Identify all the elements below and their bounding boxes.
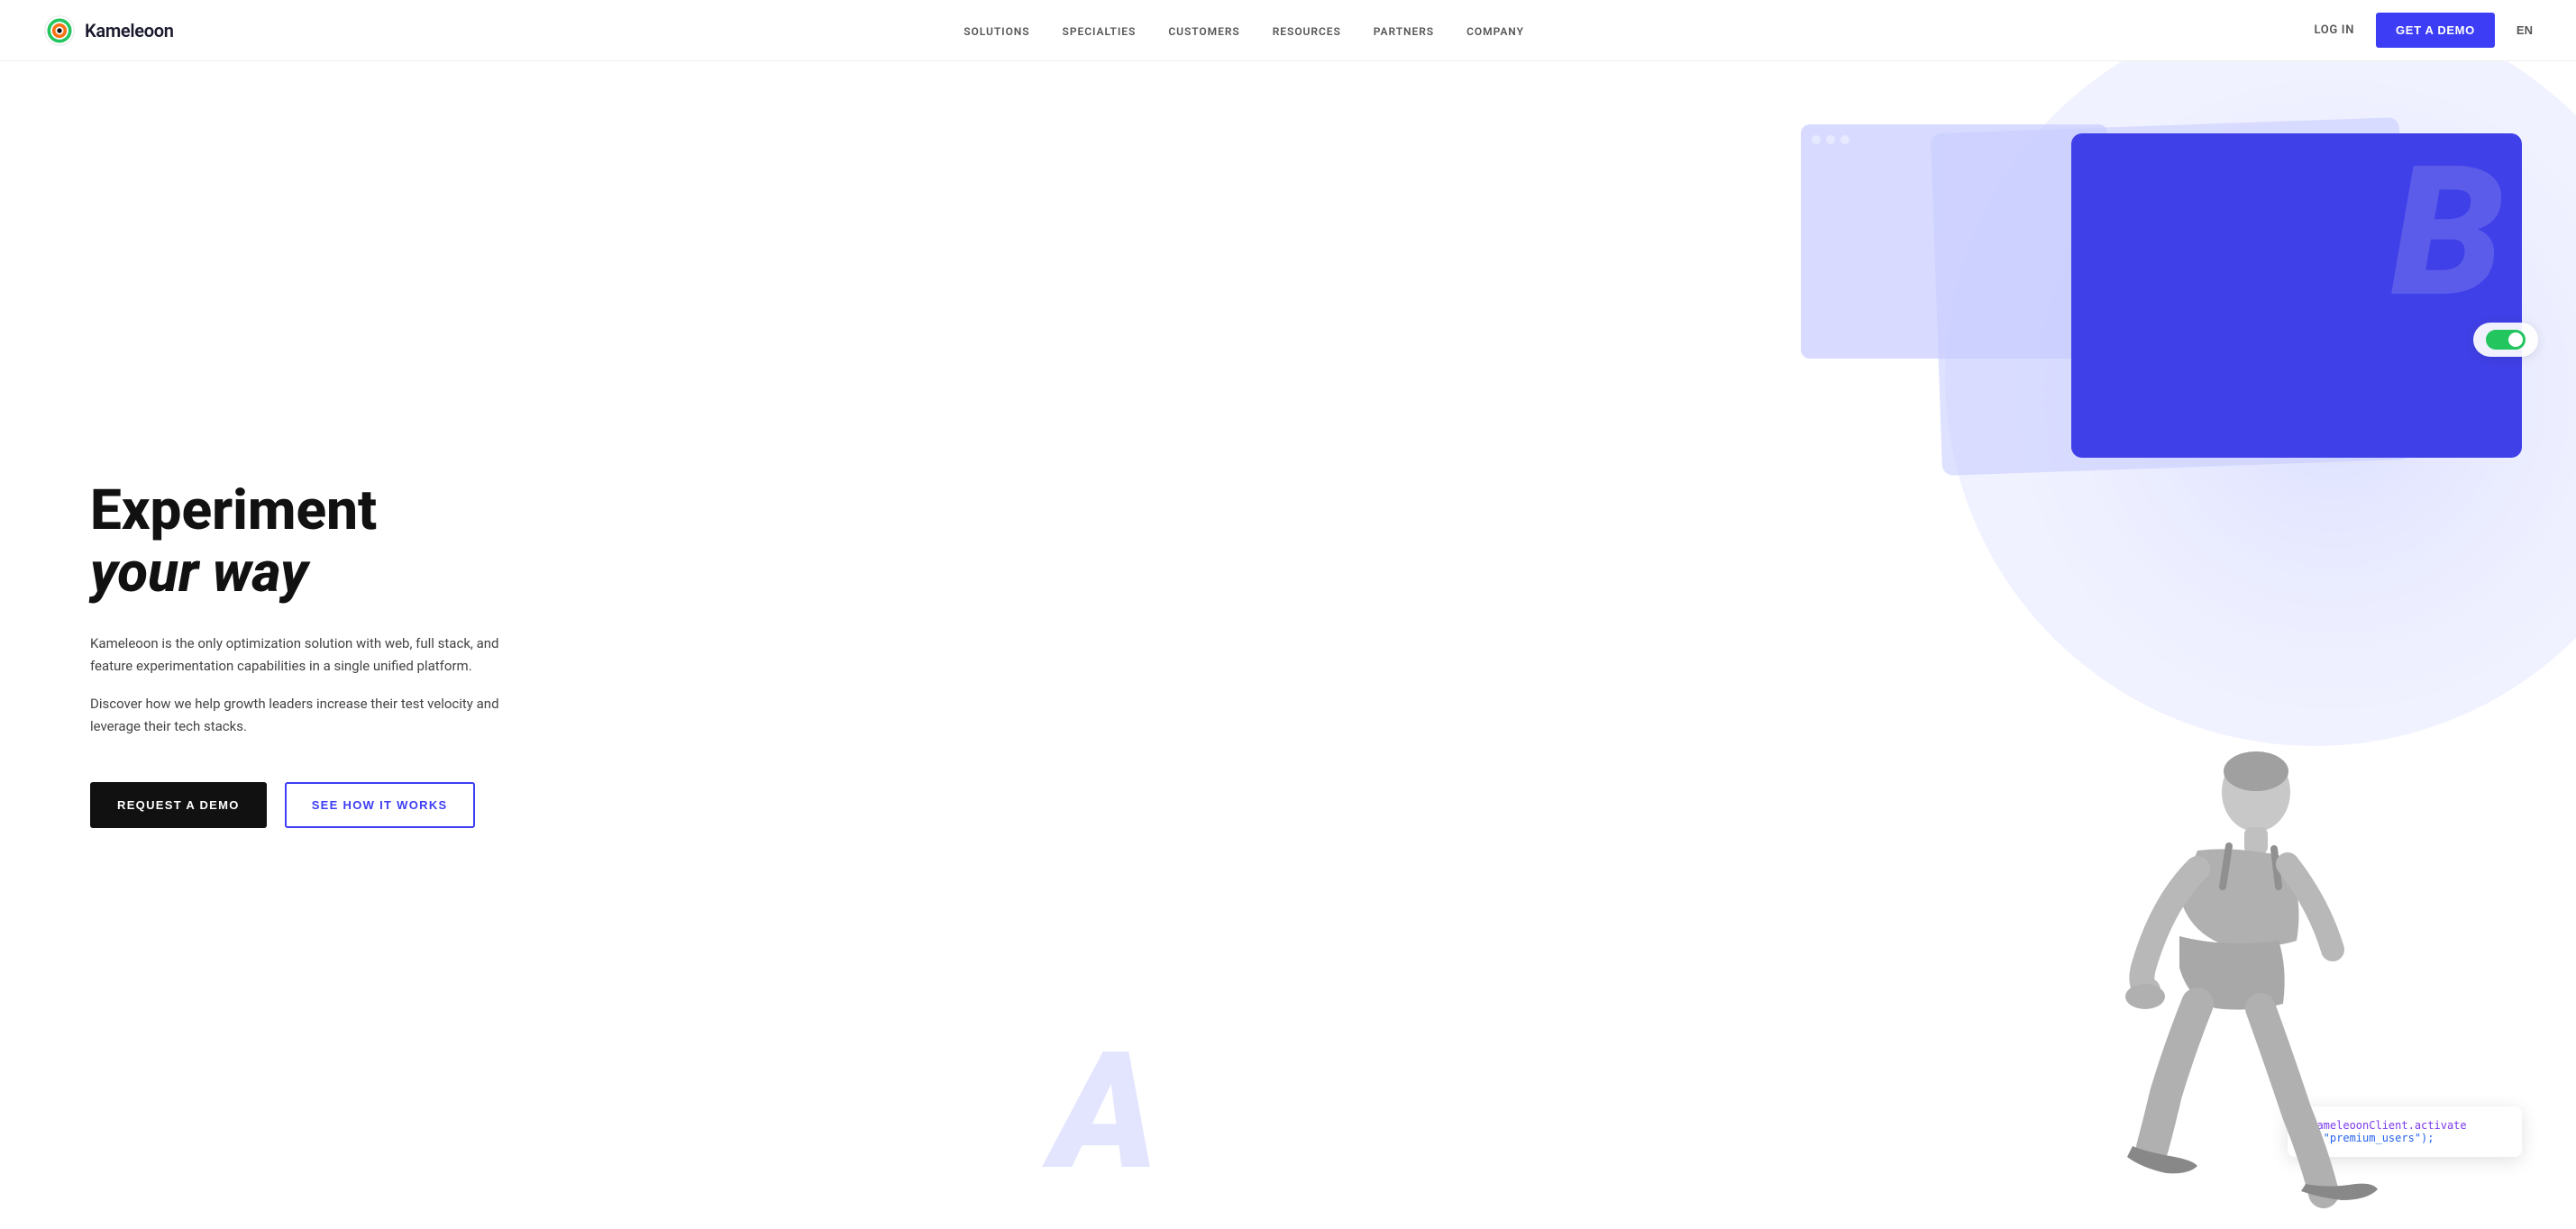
hero-subtitle-1: Kameleoon is the only optimization solut… [90, 633, 505, 678]
logo-container[interactable]: Kameleoon [43, 14, 174, 47]
nav-item-resources[interactable]: RESOURCES [1273, 22, 1341, 39]
request-demo-button[interactable]: REQUEST A DEMO [90, 782, 267, 828]
language-selector[interactable]: EN [2517, 23, 2533, 37]
nav-item-partners[interactable]: PARTNERS [1374, 22, 1434, 39]
see-how-it-works-button[interactable]: SEE HOW IT WORKS [285, 782, 475, 828]
toggle-widget [2473, 323, 2538, 357]
ab-panel-main: B [2071, 133, 2522, 458]
nav-item-company[interactable]: COMPANY [1466, 22, 1524, 39]
nav-item-specialties[interactable]: SPECIALTIES [1063, 22, 1137, 39]
nav-item-solutions[interactable]: SOLUTIONS [964, 22, 1029, 39]
get-demo-button[interactable]: GET A DEMO [2376, 13, 2495, 48]
dot-2 [1826, 135, 1835, 144]
nav-right: LOG IN GET A DEMO EN [2315, 13, 2533, 48]
toggle-knob [2508, 332, 2523, 347]
logo-icon [43, 14, 76, 47]
hero-title: Experiment your way [90, 480, 505, 603]
panel-dots [1812, 135, 2096, 144]
hero-content: Experiment your way Kameleoon is the onl… [90, 480, 505, 827]
hero-visual: B A "kameleoonClient.activate B","premiu… [979, 61, 2576, 1229]
login-link[interactable]: LOG IN [2315, 23, 2355, 37]
hero-section: Experiment your way Kameleoon is the onl… [0, 61, 2576, 1229]
letter-b-decoration: B [2391, 142, 2504, 323]
dot-1 [1812, 135, 1821, 144]
nav-links: SOLUTIONS SPECIALTIES CUSTOMERS RESOURCE… [964, 22, 1524, 39]
athlete-svg [1999, 706, 2396, 1229]
brand-name: Kameleoon [85, 20, 174, 41]
dot-3 [1841, 135, 1850, 144]
hero-buttons: REQUEST A DEMO SEE HOW IT WORKS [90, 782, 505, 828]
hero-subtitle-2: Discover how we help growth leaders incr… [90, 693, 505, 739]
letter-a-decoration: A [1051, 1031, 1158, 1193]
athlete-image [1999, 706, 2396, 1229]
small-window-card [1801, 124, 2107, 359]
nav-item-customers[interactable]: CUSTOMERS [1168, 22, 1239, 39]
toggle-switch[interactable] [2486, 330, 2526, 350]
navigation: Kameleoon SOLUTIONS SPECIALTIES CUSTOMER… [0, 0, 2576, 61]
